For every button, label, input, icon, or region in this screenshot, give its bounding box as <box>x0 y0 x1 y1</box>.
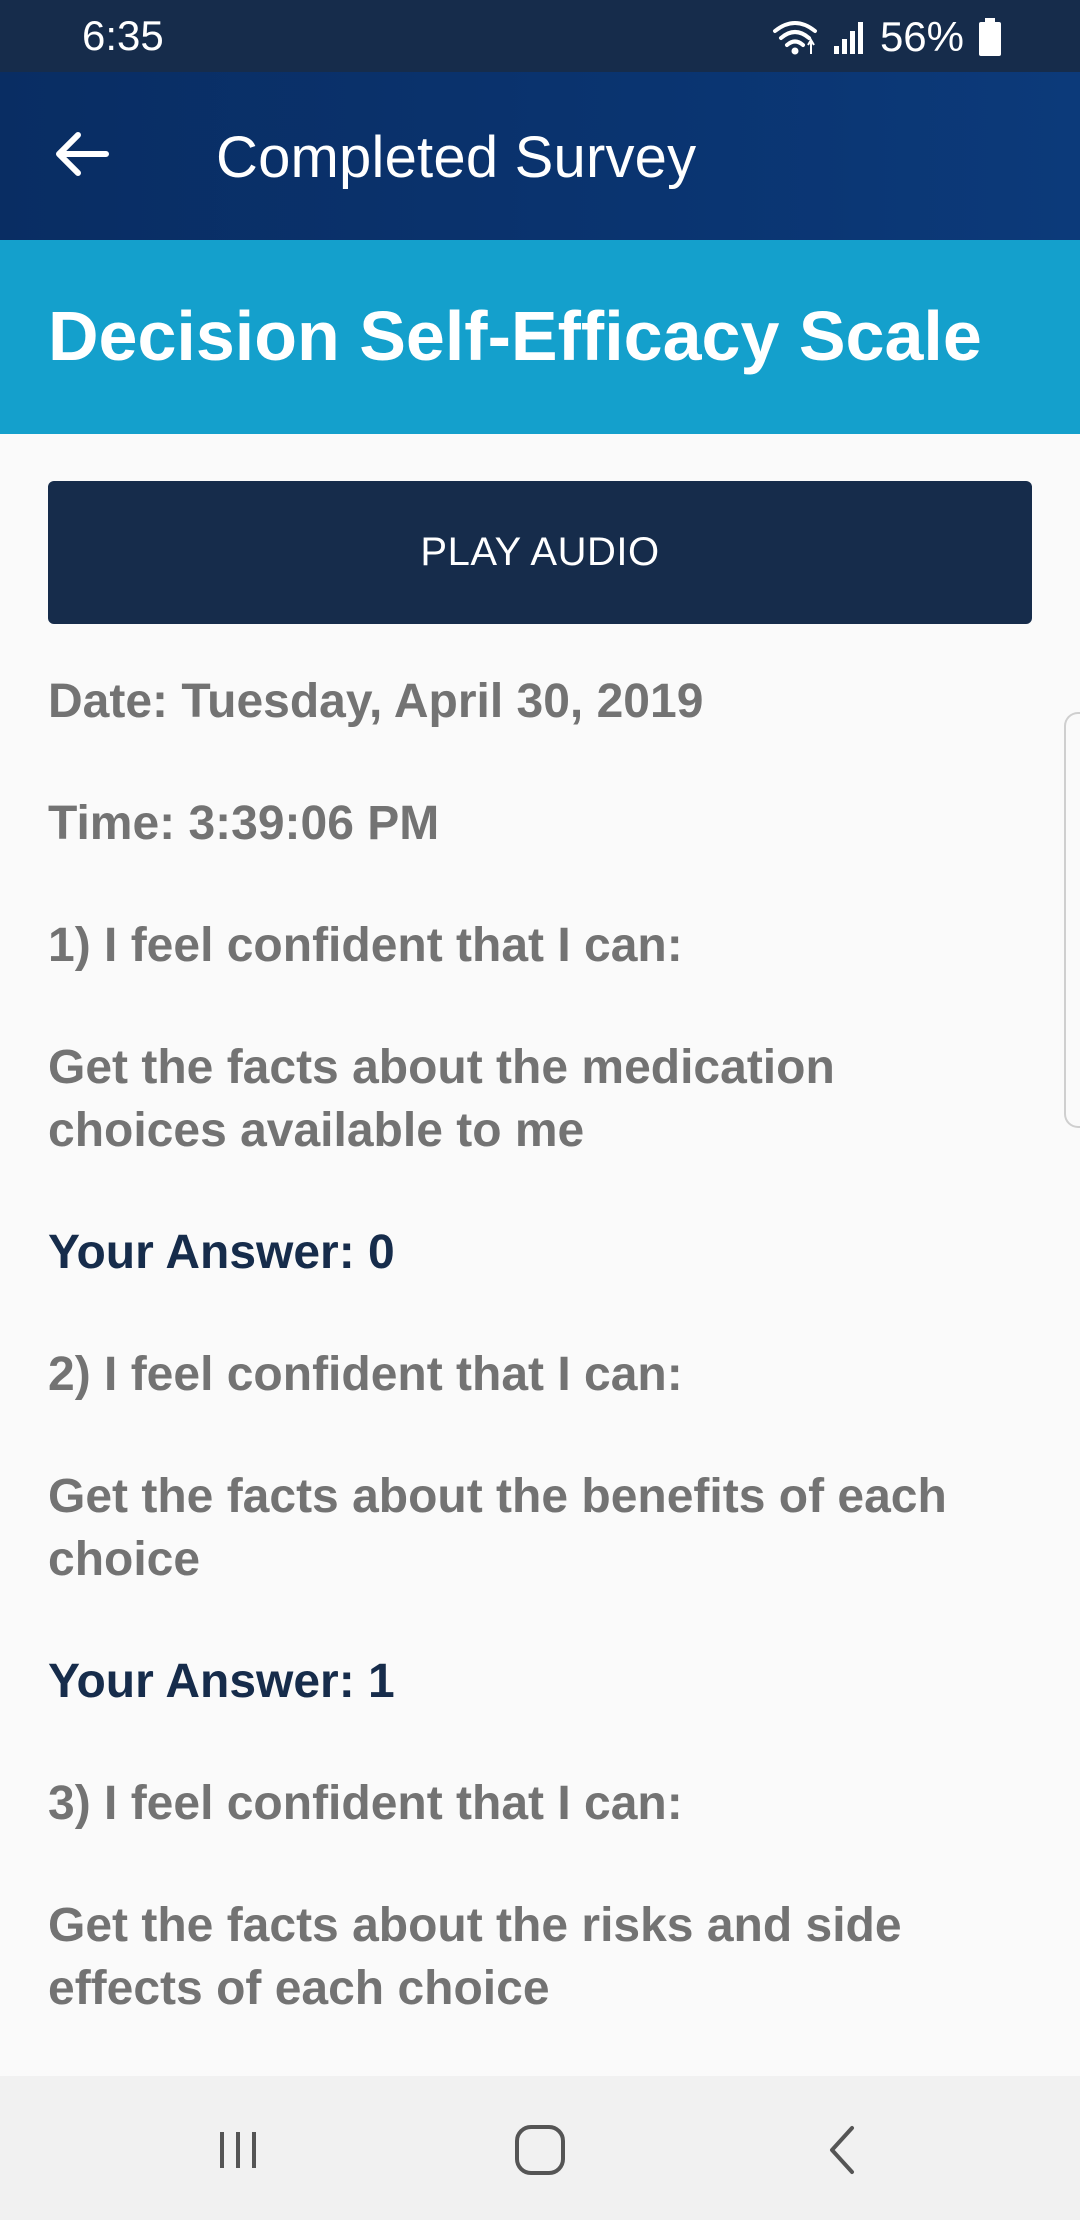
recent-apps-icon <box>214 2126 262 2179</box>
survey-time: Time: 3:39:06 PM <box>48 797 440 850</box>
survey-content: Date: Tuesday, April 30, 2019 Time: 3:39… <box>48 670 1032 2020</box>
status-icons: 56% <box>772 12 1002 62</box>
survey-date: Date: Tuesday, April 30, 2019 <box>48 675 704 728</box>
battery-percent: 56% <box>879 13 964 60</box>
recent-apps-button[interactable] <box>198 2112 278 2192</box>
question-prompt: 3) I feel confident that I can: <box>48 1777 683 1830</box>
question-answer: Your Answer: 1 <box>48 1655 395 1708</box>
home-icon <box>513 2123 567 2182</box>
question-text-line: Get the facts about the risks and side <box>48 1899 902 1952</box>
status-time: 6:35 <box>82 12 164 59</box>
question-text-line: effects of each choice <box>48 1962 550 2015</box>
status-bar: 6:35 56% <box>0 0 1080 72</box>
battery-icon <box>978 17 1002 57</box>
arrow-left-icon <box>54 130 110 183</box>
scroll-handle[interactable] <box>1064 712 1080 1128</box>
back-button[interactable] <box>40 114 124 198</box>
question-answer: Your Answer: 0 <box>48 1226 395 1279</box>
app-bar: Completed Survey <box>0 72 1080 240</box>
survey-title: Decision Self-Efficacy Scale <box>48 297 982 375</box>
question-text-line: choice <box>48 1533 201 1586</box>
navigation-bar <box>0 2076 1080 2220</box>
question-text-line: Get the facts about the benefits of each <box>48 1470 947 1523</box>
play-audio-button[interactable]: PLAY AUDIO <box>48 481 1032 624</box>
home-button[interactable] <box>500 2112 580 2192</box>
question-text-line: choices available to me <box>48 1104 585 1157</box>
question-prompt: 2) I feel confident that I can: <box>48 1348 683 1401</box>
back-icon <box>822 2124 862 2181</box>
signal-icon <box>832 19 866 55</box>
survey-header: Decision Self-Efficacy Scale <box>0 240 1080 434</box>
question-text-line: Get the facts about the medication <box>48 1041 835 1094</box>
page-title: Completed Survey <box>216 125 697 190</box>
wifi-icon <box>772 17 818 57</box>
nav-back-button[interactable] <box>802 2112 882 2192</box>
question-prompt: 1) I feel confident that I can: <box>48 919 683 972</box>
